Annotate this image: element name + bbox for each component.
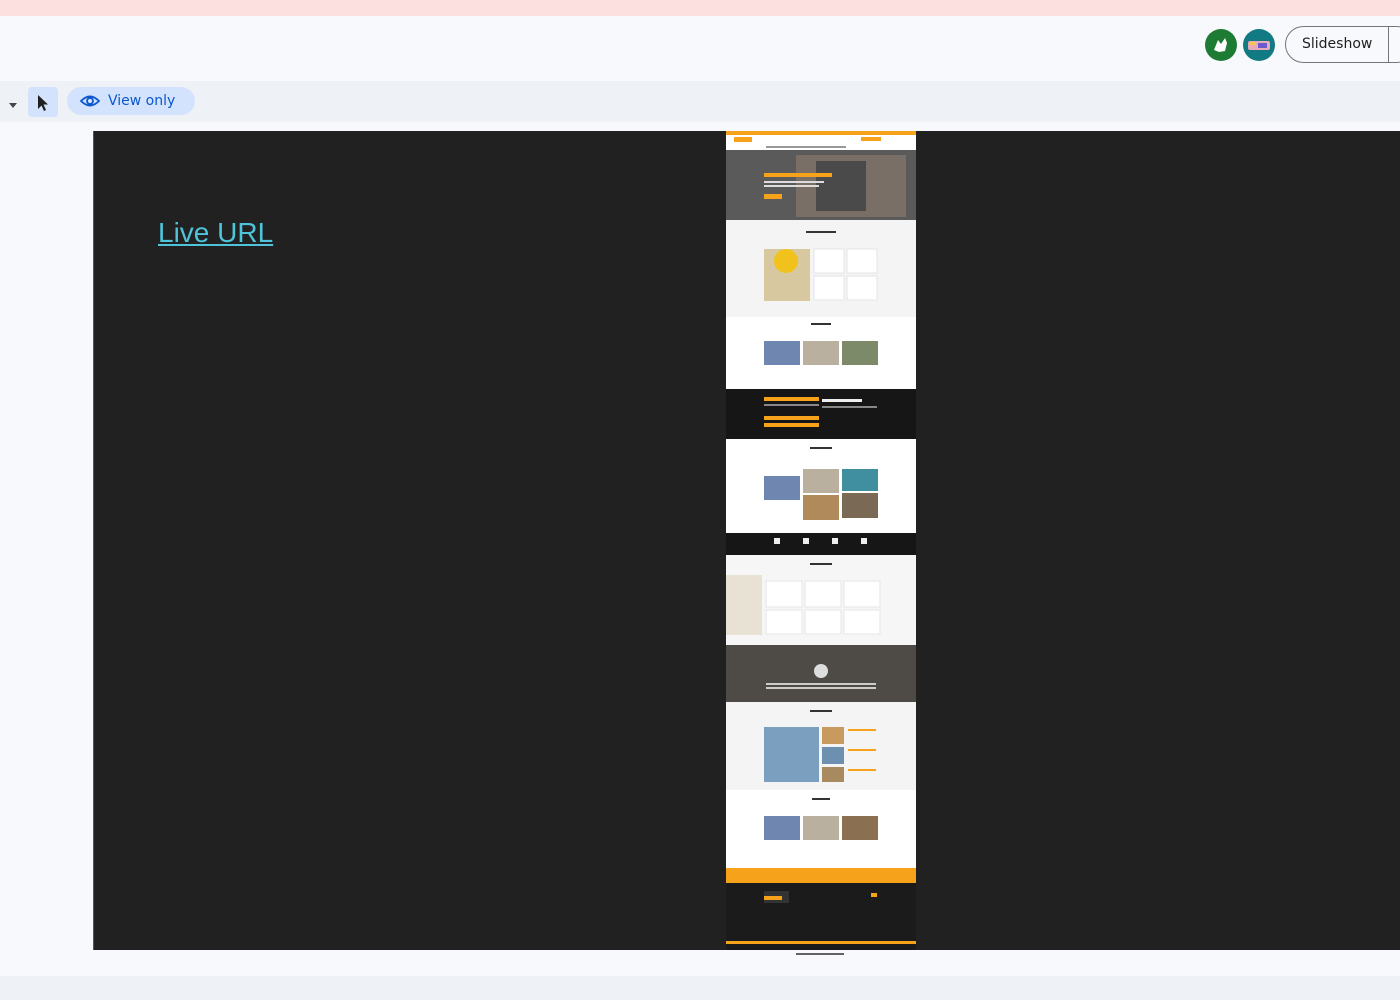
green-avatar-icon[interactable]: [1205, 29, 1237, 61]
select-tool-button[interactable]: [28, 87, 58, 117]
horizontal-scrollbar[interactable]: [796, 953, 844, 955]
bottom-bar: [0, 976, 1400, 1000]
top-bar: [0, 16, 1400, 81]
eye-icon: [79, 93, 101, 113]
toolbar: [0, 81, 1400, 122]
slideshow-label: Slideshow: [1302, 36, 1373, 52]
caret-down-icon[interactable]: [6, 96, 20, 108]
slide[interactable]: Live URL: [93, 131, 1400, 950]
slideshow-button[interactable]: Slideshow: [1285, 26, 1400, 63]
website-screenshot-image: [726, 131, 916, 950]
slideshow-divider: [1388, 27, 1389, 62]
live-url-link[interactable]: Live URL: [158, 217, 273, 249]
cursor-arrow-icon: [38, 95, 48, 111]
notification-banner: [0, 0, 1400, 16]
teal-avatar-icon[interactable]: [1243, 29, 1275, 61]
view-only-label: View only: [108, 93, 176, 109]
view-only-mode-button[interactable]: View only: [67, 87, 195, 115]
